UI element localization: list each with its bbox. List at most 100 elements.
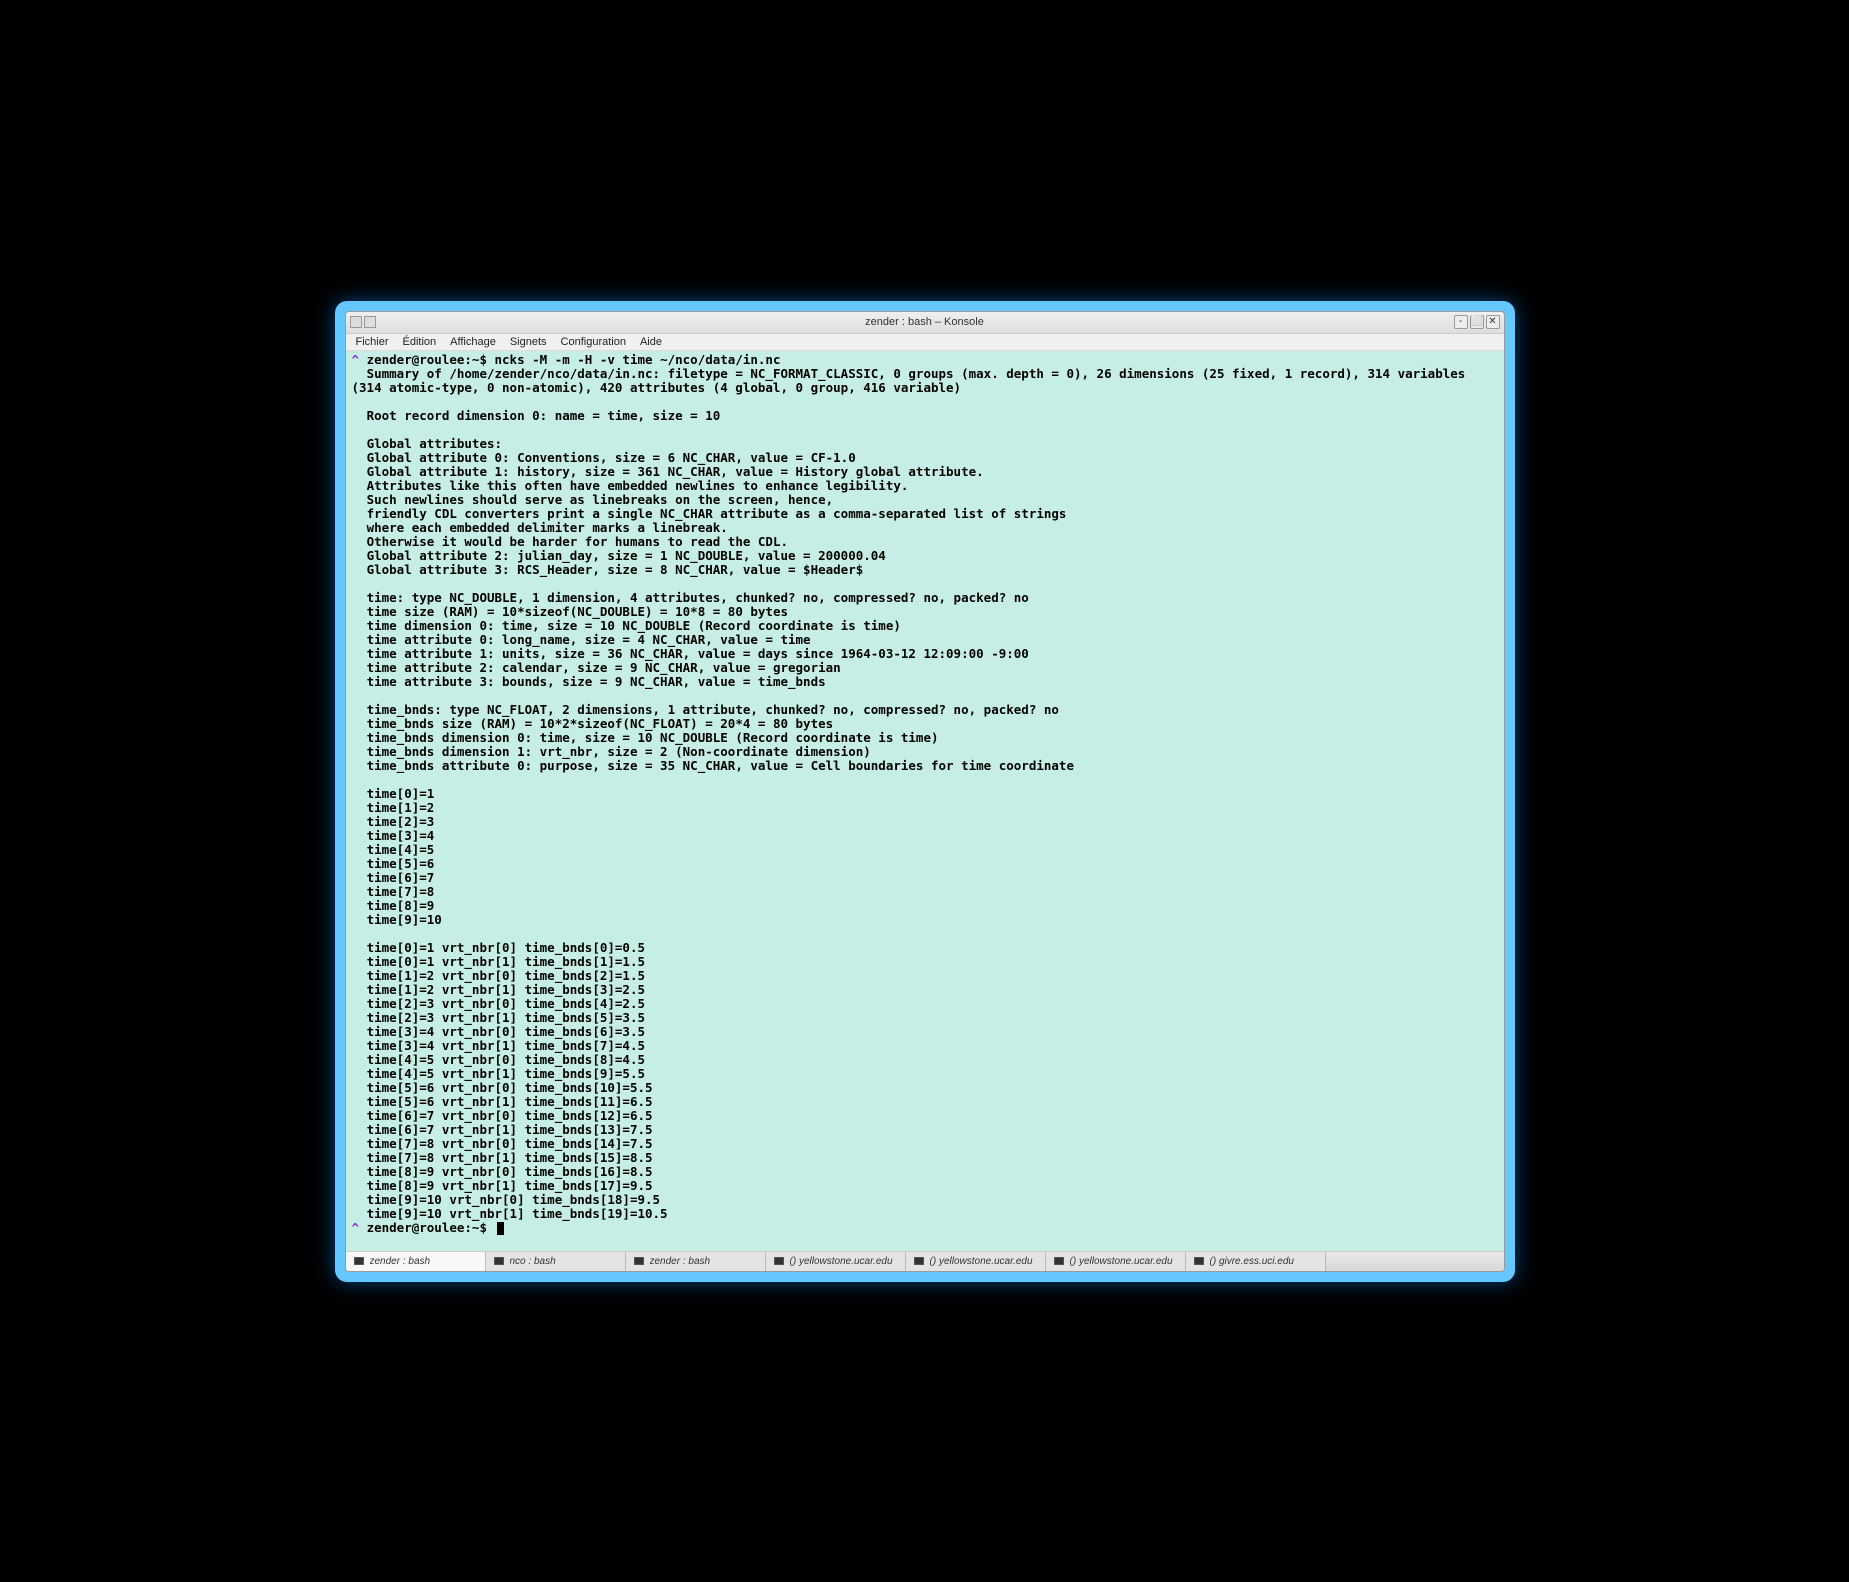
output-line: time_bnds dimension 1: vrt_nbr, size = 2…: [352, 745, 1498, 759]
output-line: time_bnds attribute 0: purpose, size = 3…: [352, 759, 1498, 773]
output-line: Global attribute 0: Conventions, size = …: [352, 451, 1498, 465]
app-icon: [350, 316, 362, 328]
output-line: time[7]=8 vrt_nbr[1] time_bnds[15]=8.5: [352, 1151, 1498, 1165]
output-line: time[0]=1: [352, 787, 1498, 801]
terminal-icon: [494, 1257, 504, 1265]
output-line: time[3]=4 vrt_nbr[1] time_bnds[7]=4.5: [352, 1039, 1498, 1053]
window-glow-border: zender : bash – Konsole ‐ ⬜ ✕ Fichier Éd…: [335, 301, 1515, 1282]
output-line: time[5]=6 vrt_nbr[1] time_bnds[11]=6.5: [352, 1095, 1498, 1109]
output-line: Root record dimension 0: name = time, si…: [352, 409, 1498, 423]
tab-label: zender : bash: [650, 1256, 711, 1267]
output-line: time[0]=1 vrt_nbr[1] time_bnds[1]=1.5: [352, 955, 1498, 969]
output-line: time[6]=7 vrt_nbr[1] time_bnds[13]=7.5: [352, 1123, 1498, 1137]
output-line: time[1]=2: [352, 801, 1498, 815]
prompt-caret: ^: [352, 1220, 367, 1235]
output-line: time[6]=7 vrt_nbr[0] time_bnds[12]=6.5: [352, 1109, 1498, 1123]
titlebar[interactable]: zender : bash – Konsole ‐ ⬜ ✕: [346, 312, 1504, 334]
menu-fichier[interactable]: Fichier: [356, 336, 389, 348]
output-line: time[3]=4 vrt_nbr[0] time_bnds[6]=3.5: [352, 1025, 1498, 1039]
output-line: time[5]=6: [352, 857, 1498, 871]
terminal-area[interactable]: ^ zender@roulee:~$ ncks -M -m -H -v time…: [346, 351, 1504, 1251]
output-line: Global attribute 3: RCS_Header, size = 8…: [352, 563, 1498, 577]
tab-label: () yellowstone.ucar.edu: [930, 1256, 1033, 1267]
output-line: time attribute 3: bounds, size = 9 NC_CH…: [352, 675, 1498, 689]
maximize-button[interactable]: ⬜: [1470, 315, 1484, 329]
terminal-icon: [634, 1257, 644, 1265]
minimize-button[interactable]: ‐: [1454, 315, 1468, 329]
tab-label: nco : bash: [510, 1256, 556, 1267]
output-line: [352, 689, 1498, 703]
output-line: time[8]=9 vrt_nbr[1] time_bnds[17]=9.5: [352, 1179, 1498, 1193]
output-line: time dimension 0: time, size = 10 NC_DOU…: [352, 619, 1498, 633]
output-line: time attribute 2: calendar, size = 9 NC_…: [352, 661, 1498, 675]
output-line: time[2]=3 vrt_nbr[0] time_bnds[4]=2.5: [352, 997, 1498, 1011]
menu-edition[interactable]: Édition: [403, 336, 437, 348]
menu-aide[interactable]: Aide: [640, 336, 662, 348]
output-line: time_bnds dimension 0: time, size = 10 N…: [352, 731, 1498, 745]
output-line: [352, 773, 1498, 787]
konsole-window: zender : bash – Konsole ‐ ⬜ ✕ Fichier Éd…: [345, 311, 1505, 1272]
session-tab[interactable]: zender : bash: [626, 1252, 766, 1271]
session-tab[interactable]: () givre.ess.uci.edu: [1186, 1252, 1326, 1271]
output-line: time[2]=3 vrt_nbr[1] time_bnds[5]=3.5: [352, 1011, 1498, 1025]
menu-signets[interactable]: Signets: [510, 336, 547, 348]
prompt-line: ^ zender@roulee:~$ ncks -M -m -H -v time…: [352, 353, 1498, 367]
menu-configuration[interactable]: Configuration: [561, 336, 626, 348]
output-line: Such newlines should serve as linebreaks…: [352, 493, 1498, 507]
output-line: time[8]=9 vrt_nbr[0] time_bnds[16]=8.5: [352, 1165, 1498, 1179]
output-line: Attributes like this often have embedded…: [352, 479, 1498, 493]
output-line: time[1]=2 vrt_nbr[0] time_bnds[2]=1.5: [352, 969, 1498, 983]
session-tab[interactable]: () yellowstone.ucar.edu: [1046, 1252, 1186, 1271]
window-title: zender : bash – Konsole: [865, 316, 984, 328]
session-tab[interactable]: () yellowstone.ucar.edu: [906, 1252, 1046, 1271]
menubar[interactable]: Fichier Édition Affichage Signets Config…: [346, 334, 1504, 351]
prompt-caret: ^: [352, 352, 367, 367]
output-line: time attribute 1: units, size = 36 NC_CH…: [352, 647, 1498, 661]
terminal-icon: [1194, 1257, 1204, 1265]
prompt-line-idle: ^ zender@roulee:~$: [352, 1221, 1498, 1235]
output-line: time size (RAM) = 10*sizeof(NC_DOUBLE) =…: [352, 605, 1498, 619]
titlebar-left-icons: [350, 316, 376, 328]
output-line: time_bnds: type NC_FLOAT, 2 dimensions, …: [352, 703, 1498, 717]
output-line: time[8]=9: [352, 899, 1498, 913]
output-line: time[6]=7: [352, 871, 1498, 885]
output-line: time[2]=3: [352, 815, 1498, 829]
output-line: [352, 395, 1498, 409]
terminal-icon: [1054, 1257, 1064, 1265]
tab-label: () yellowstone.ucar.edu: [1070, 1256, 1173, 1267]
tab-bar[interactable]: zender : bash nco : bash zender : bash () y…: [346, 1251, 1504, 1271]
close-button[interactable]: ✕: [1486, 315, 1500, 329]
output-line: friendly CDL converters print a single N…: [352, 507, 1498, 521]
session-tab[interactable]: () yellowstone.ucar.edu: [766, 1252, 906, 1271]
output-line: time_bnds size (RAM) = 10*2*sizeof(NC_FL…: [352, 717, 1498, 731]
session-tab[interactable]: zender : bash: [346, 1252, 486, 1271]
output-line: Global attribute 2: julian_day, size = 1…: [352, 549, 1498, 563]
output-line: time[4]=5 vrt_nbr[1] time_bnds[9]=5.5: [352, 1067, 1498, 1081]
output-line: Otherwise it would be harder for humans …: [352, 535, 1498, 549]
output-line: Global attribute 1: history, size = 361 …: [352, 465, 1498, 479]
output-line: time attribute 0: long_name, size = 4 NC…: [352, 633, 1498, 647]
prompt-host: zender@roulee:~$: [367, 1220, 495, 1235]
output-line: Summary of /home/zender/nco/data/in.nc: …: [352, 367, 1498, 395]
output-line: time[7]=8: [352, 885, 1498, 899]
pin-icon[interactable]: [364, 316, 376, 328]
output-line: time[9]=10 vrt_nbr[0] time_bnds[18]=9.5: [352, 1193, 1498, 1207]
menu-affichage[interactable]: Affichage: [450, 336, 496, 348]
output-line: where each embedded delimiter marks a li…: [352, 521, 1498, 535]
output-line: time[7]=8 vrt_nbr[0] time_bnds[14]=7.5: [352, 1137, 1498, 1151]
output-line: time[3]=4: [352, 829, 1498, 843]
output-line: time[9]=10: [352, 913, 1498, 927]
tab-label: zender : bash: [370, 1256, 431, 1267]
session-tab[interactable]: nco : bash: [486, 1252, 626, 1271]
terminal-icon: [354, 1257, 364, 1265]
output-line: time: type NC_DOUBLE, 1 dimension, 4 att…: [352, 591, 1498, 605]
tab-label: () yellowstone.ucar.edu: [790, 1256, 893, 1267]
prompt-host: zender@roulee:~$: [367, 352, 495, 367]
cursor: [497, 1222, 504, 1235]
output-line: time[4]=5 vrt_nbr[0] time_bnds[8]=4.5: [352, 1053, 1498, 1067]
terminal-icon: [914, 1257, 924, 1265]
tab-label: () givre.ess.uci.edu: [1210, 1256, 1294, 1267]
command-text: ncks -M -m -H -v time ~/nco/data/in.nc: [495, 352, 781, 367]
output-line: time[4]=5: [352, 843, 1498, 857]
output-line: time[1]=2 vrt_nbr[1] time_bnds[3]=2.5: [352, 983, 1498, 997]
